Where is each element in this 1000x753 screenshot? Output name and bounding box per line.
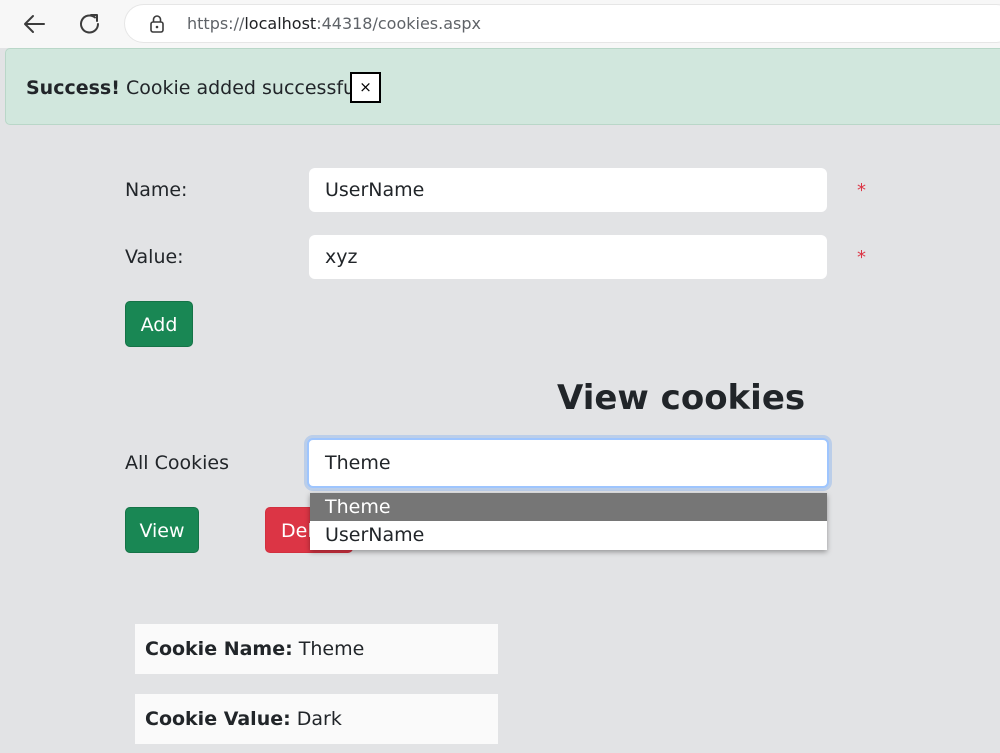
name-input[interactable]: UserName	[309, 168, 827, 212]
cookie-value-display: Cookie Value: Dark	[135, 694, 498, 744]
url-rest: :44318/cookies.aspx	[316, 14, 481, 33]
cookie-value-value: Dark	[296, 708, 342, 730]
back-button[interactable]	[20, 10, 50, 38]
cookie-name-value: Theme	[298, 638, 365, 660]
value-label: Value:	[125, 246, 184, 268]
dropdown-option-theme[interactable]: Theme	[310, 493, 827, 521]
alert-message: Cookie added successfully.	[125, 77, 381, 99]
alert-strong: Success!	[26, 77, 120, 99]
alert-text: Success! Cookie added successfully.	[26, 77, 380, 99]
name-label: Name:	[125, 179, 188, 201]
add-button[interactable]: Add	[125, 301, 193, 347]
alert-close-button[interactable]: ×	[350, 72, 381, 103]
reload-button[interactable]	[75, 10, 105, 38]
view-button[interactable]: View	[125, 507, 199, 553]
dropdown-option-username[interactable]: UserName	[310, 521, 827, 549]
cookies-select[interactable]: Theme	[307, 438, 829, 488]
cookies-dropdown-list: Theme UserName	[310, 493, 827, 550]
cookie-name-key: Cookie Name:	[145, 638, 293, 660]
name-required-marker: *	[857, 180, 866, 201]
reload-icon	[80, 14, 99, 34]
url-prefix: https://	[187, 14, 245, 33]
lock-icon	[149, 14, 165, 37]
value-input[interactable]: xyz	[309, 235, 827, 279]
cookie-value-key: Cookie Value:	[145, 708, 291, 730]
all-cookies-label: All Cookies	[125, 452, 229, 474]
arrow-left-icon	[24, 15, 45, 33]
success-alert: Success! Cookie added successfully. ×	[5, 48, 1000, 125]
cookie-name-display: Cookie Name: Theme	[135, 624, 498, 674]
address-bar[interactable]: https://localhost:44318/cookies.aspx	[125, 5, 1000, 42]
view-cookies-heading: View cookies	[557, 378, 806, 418]
browser-toolbar: https://localhost:44318/cookies.aspx	[0, 0, 1000, 48]
value-required-marker: *	[857, 247, 866, 268]
url-text: https://localhost:44318/cookies.aspx	[187, 14, 481, 33]
url-host: localhost	[244, 14, 317, 33]
